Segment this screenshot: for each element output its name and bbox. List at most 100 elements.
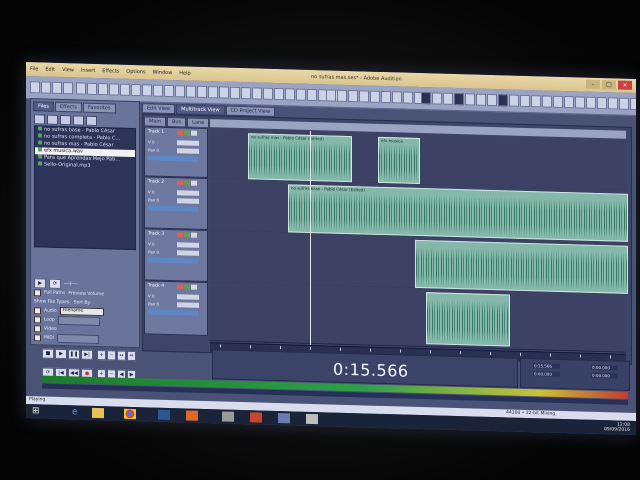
system-tray-clock[interactable]: 12:08 09/09/2016: [604, 422, 630, 433]
toolbar-button[interactable]: [241, 87, 251, 100]
zoom-full-button[interactable]: ↔: [117, 350, 126, 361]
audio-clip[interactable]: [415, 239, 628, 294]
track-output[interactable]: [177, 190, 199, 196]
mute-button[interactable]: [177, 232, 183, 238]
chrome-icon[interactable]: [124, 408, 136, 420]
app-icon[interactable]: [222, 411, 234, 422]
close-file-icon[interactable]: [60, 114, 71, 126]
toolbar-button[interactable]: [219, 86, 229, 99]
folder-icon[interactable]: [92, 407, 104, 419]
record-button[interactable]: [191, 180, 197, 186]
track-input[interactable]: [177, 302, 199, 308]
filetype-video-checkbox[interactable]: [34, 324, 41, 332]
minimize-button[interactable]: –: [586, 79, 600, 90]
toolbar-button[interactable]: [564, 96, 574, 109]
toolbar-button[interactable]: [197, 85, 207, 99]
tab-lane[interactable]: Lane: [187, 117, 210, 129]
track-fx-bar[interactable]: [148, 257, 198, 264]
mute-button[interactable]: [177, 284, 183, 290]
toolbar-button[interactable]: [52, 81, 62, 95]
tab-main[interactable]: Main: [144, 116, 166, 127]
toolbar-button[interactable]: [175, 85, 185, 98]
toolbar-button[interactable]: [630, 97, 636, 111]
tab-bus[interactable]: Bus: [166, 116, 187, 128]
solo-button[interactable]: [184, 130, 190, 136]
toolbar-button[interactable]: [41, 81, 51, 94]
track-volume[interactable]: V 0: [148, 293, 155, 298]
toolbar-button[interactable]: [164, 84, 174, 98]
toolbar-button[interactable]: [348, 89, 358, 103]
play-to-end-button[interactable]: ▶|: [81, 349, 93, 360]
menu-view[interactable]: View: [62, 67, 74, 73]
audio-clip[interactable]: efx musica: [378, 136, 420, 185]
toolbar-button[interactable]: [487, 93, 497, 107]
audition-icon[interactable]: [250, 412, 262, 423]
solo-button[interactable]: [184, 284, 190, 290]
toolbar-button[interactable]: [285, 88, 295, 101]
audio-clip[interactable]: [426, 292, 510, 347]
mute-button[interactable]: [177, 130, 183, 136]
toolbar-button[interactable]: [476, 93, 486, 106]
import-file-icon[interactable]: [47, 114, 58, 125]
audio-clip[interactable]: no sufras base - Pablo César (Edited): [288, 184, 628, 242]
track-output[interactable]: [177, 242, 199, 248]
toolbar-button[interactable]: [120, 83, 130, 96]
track-header[interactable]: Track 1 V 0 Pan 0: [144, 126, 208, 179]
track-fx-bar[interactable]: [148, 155, 198, 162]
toolbar-button[interactable]: [359, 90, 369, 103]
track-header[interactable]: Track 2 V 0 Pan 0: [144, 176, 208, 231]
solo-button[interactable]: [184, 232, 190, 238]
toolbar-button[interactable]: [498, 94, 508, 107]
word-icon[interactable]: [158, 409, 170, 421]
toolbar-button[interactable]: [454, 92, 464, 106]
toolbar-button[interactable]: [608, 97, 618, 110]
view-begin[interactable]: 0:00.000: [533, 371, 560, 377]
multitrack-timeline[interactable]: no sufras mas - Pablo César (Edited) efx…: [210, 128, 628, 354]
edit-file-icon[interactable]: [86, 115, 97, 126]
toolbar-button[interactable]: [87, 82, 97, 95]
panel-option-button[interactable]: [57, 333, 100, 344]
track-fx-bar[interactable]: [148, 309, 198, 316]
toolbar-button[interactable]: [337, 89, 347, 102]
app-icon[interactable]: [278, 413, 290, 424]
toolbar-button[interactable]: [403, 91, 413, 104]
toolbar-button[interactable]: [109, 83, 119, 96]
open-file-icon[interactable]: [34, 114, 45, 125]
maximize-button[interactable]: □: [602, 80, 616, 90]
toolbar-button[interactable]: [465, 93, 475, 106]
zoom-selection-button[interactable]: ⇔: [127, 350, 136, 362]
menu-window[interactable]: Window: [153, 70, 173, 77]
toolbar-button[interactable]: [263, 87, 273, 100]
media-icon[interactable]: [186, 410, 198, 421]
toolbar-button[interactable]: [520, 94, 530, 108]
track-input[interactable]: [177, 198, 199, 204]
audio-clip[interactable]: no sufras mas - Pablo César (Edited): [248, 133, 352, 183]
track-volume[interactable]: V 0: [148, 139, 155, 144]
filetype-midi-checkbox[interactable]: [34, 333, 41, 341]
track-input[interactable]: [177, 148, 199, 154]
play-button[interactable]: ▶: [55, 348, 67, 360]
playhead-cursor[interactable]: [310, 130, 311, 345]
filetype-loop-checkbox[interactable]: [34, 315, 41, 323]
track-output[interactable]: [177, 294, 199, 300]
windows-start-icon[interactable]: ⊞: [32, 406, 44, 416]
filetype-audio-checkbox[interactable]: [34, 306, 41, 314]
toolbar-button[interactable]: [421, 92, 431, 105]
loop-preview-button[interactable]: ⟳: [49, 278, 61, 289]
toolbar-button[interactable]: [432, 92, 442, 105]
toolbar-button[interactable]: [30, 81, 40, 94]
preview-volume-slider[interactable]: ──┼──: [64, 282, 78, 287]
menu-file[interactable]: File: [30, 66, 38, 72]
track-pan[interactable]: Pan 0: [148, 147, 159, 152]
toolbar-button[interactable]: [296, 88, 306, 101]
toolbar-button[interactable]: [186, 85, 196, 98]
insert-into-multitrack-icon[interactable]: [73, 115, 84, 126]
toolbar-button[interactable]: [392, 91, 402, 104]
record-button[interactable]: [191, 284, 197, 290]
track-pan[interactable]: Pan 0: [148, 249, 159, 254]
toolbar-button[interactable]: [619, 97, 629, 110]
track-volume[interactable]: V 0: [148, 189, 155, 194]
mute-button[interactable]: [177, 180, 183, 186]
track-pan[interactable]: Pan 0: [148, 301, 159, 306]
toolbar-button[interactable]: [63, 82, 73, 95]
